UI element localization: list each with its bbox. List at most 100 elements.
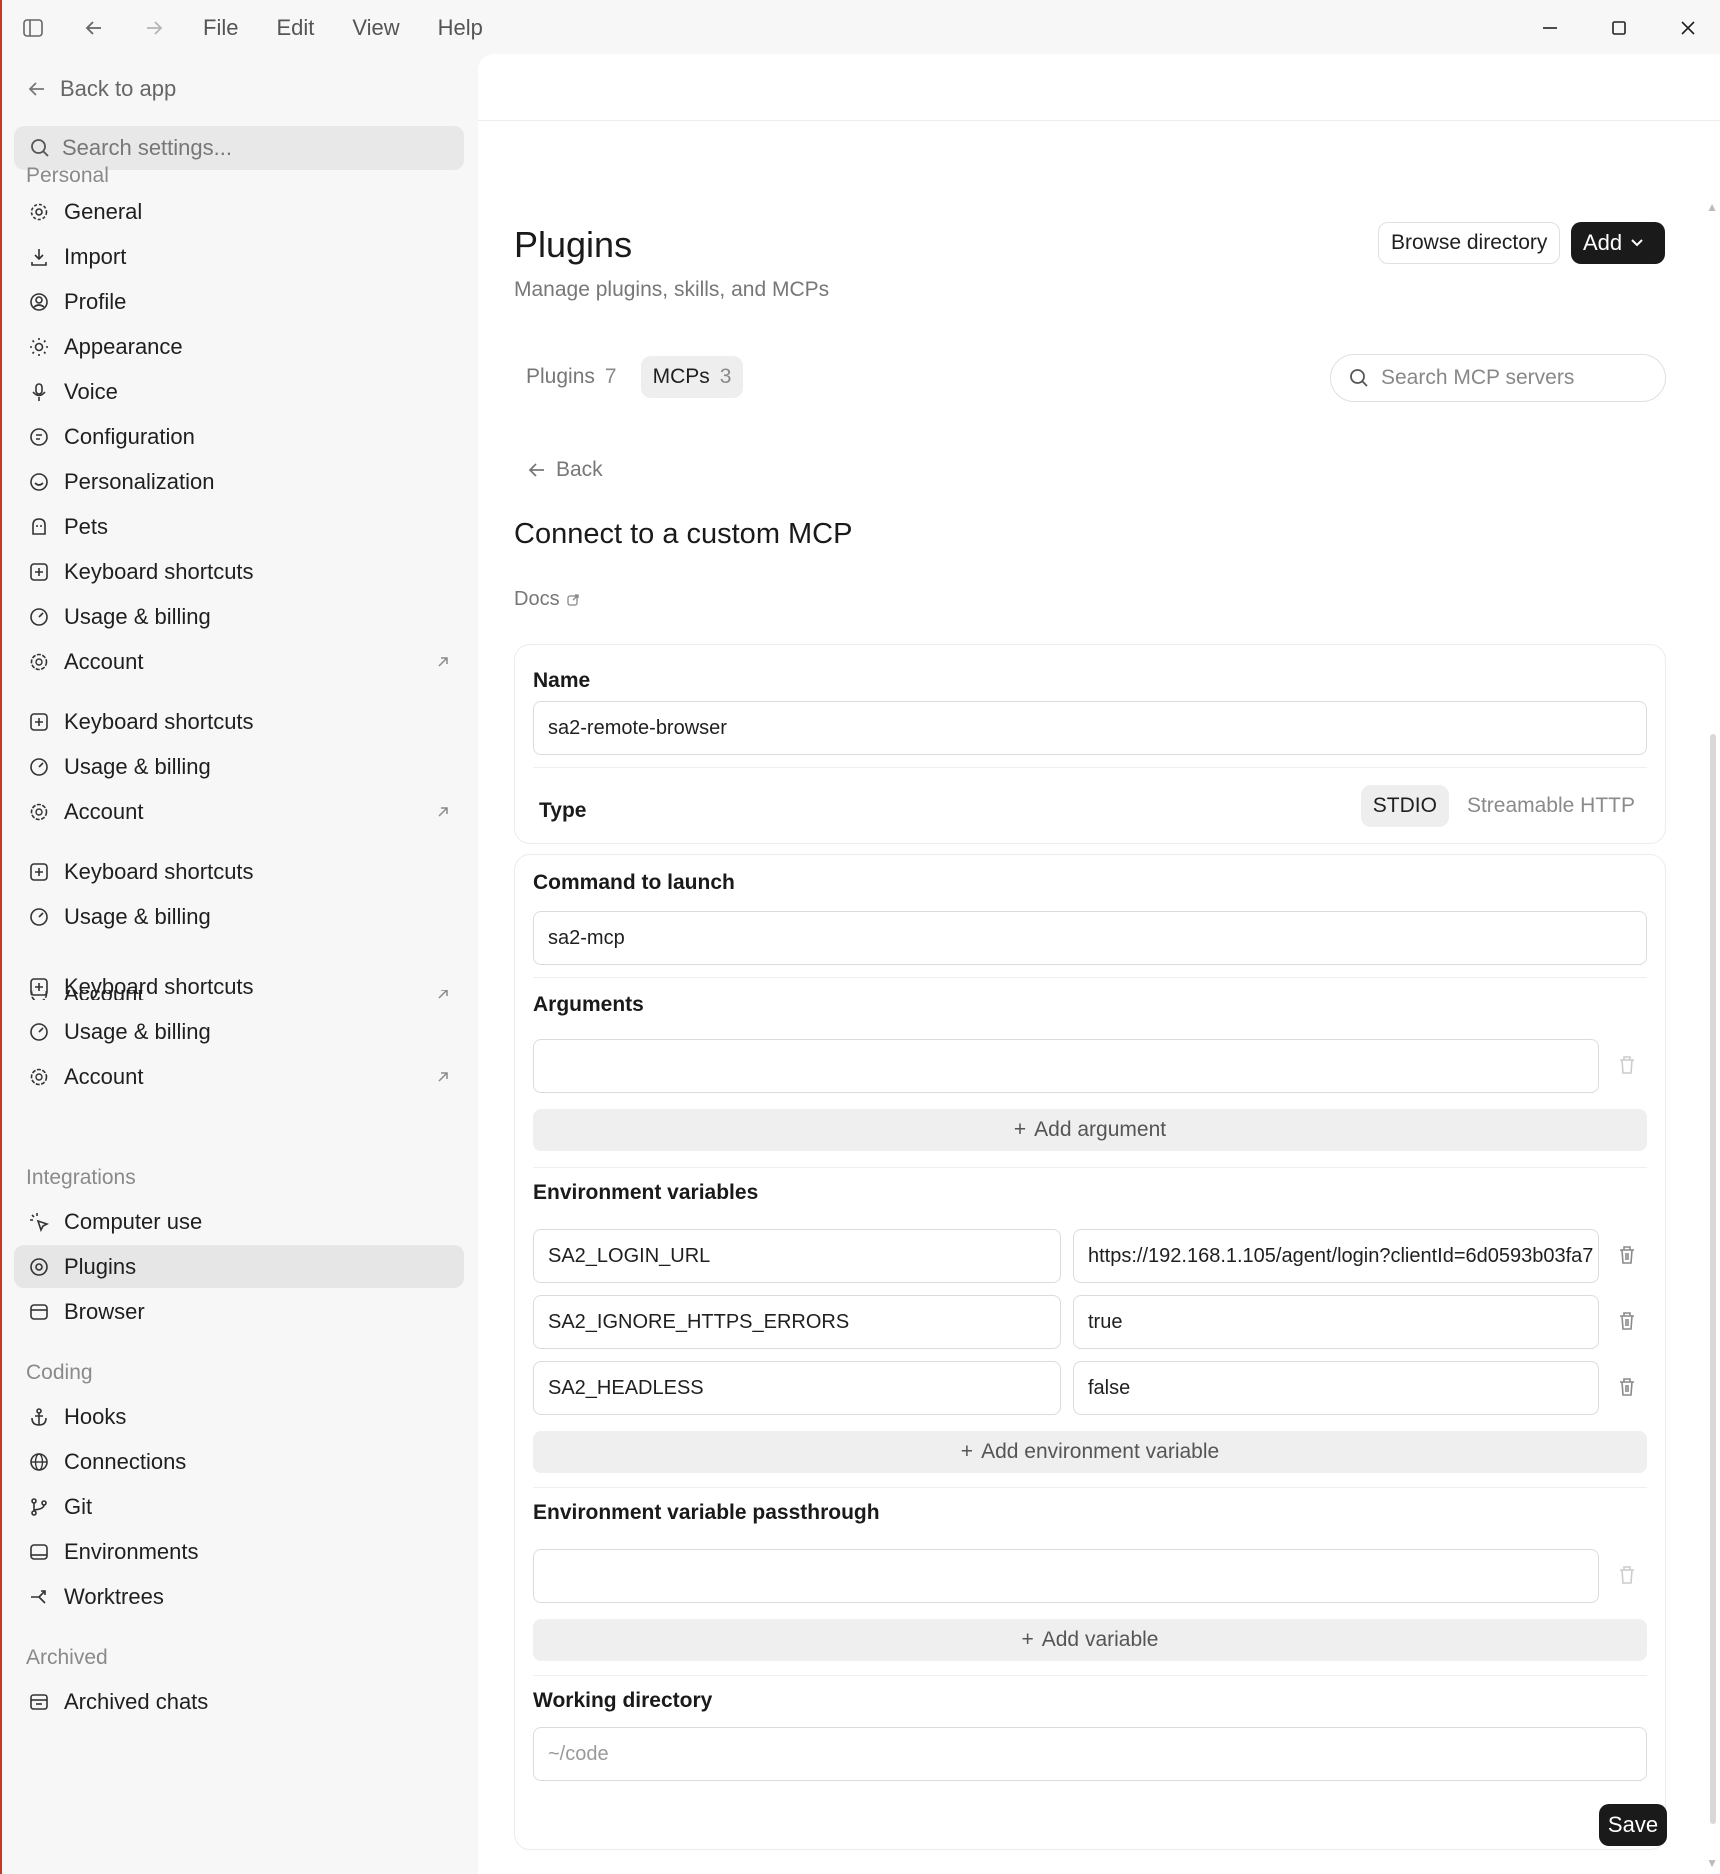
arrow-left-icon bbox=[528, 462, 546, 478]
back-link[interactable]: Back bbox=[528, 458, 603, 482]
menu-file[interactable]: File bbox=[184, 0, 257, 56]
sidebar-item-configuration[interactable]: Configuration bbox=[14, 415, 464, 458]
passthrough-input[interactable] bbox=[533, 1549, 1599, 1603]
save-button[interactable]: Save bbox=[1599, 1804, 1667, 1846]
sidebar-item-label: Pets bbox=[64, 513, 109, 539]
form-title: Connect to a custom MCP bbox=[514, 518, 853, 550]
sidebar-item-label: Keyboard shortcuts bbox=[64, 858, 254, 884]
sidebar-item-usage-billing[interactable]: Usage & billing bbox=[14, 595, 464, 638]
gear-icon bbox=[28, 201, 50, 223]
trash-icon[interactable] bbox=[1615, 1563, 1639, 1587]
trash-icon[interactable] bbox=[1615, 1375, 1639, 1399]
add-env-variable-button[interactable]: + Add environment variable bbox=[533, 1431, 1647, 1473]
sidebar-item-profile[interactable]: Profile bbox=[14, 280, 464, 323]
sidebar-item-import[interactable]: Import bbox=[14, 235, 464, 278]
external-link-icon bbox=[436, 655, 450, 669]
sidebar-item-worktrees[interactable]: Worktrees bbox=[14, 1575, 464, 1618]
title-bar: File Edit View Help bbox=[2, 0, 1720, 56]
sidebar-item-label: Browser bbox=[64, 1298, 145, 1324]
sidebar-item-label: Keyboard shortcuts bbox=[64, 973, 254, 999]
docs-link[interactable]: Docs bbox=[514, 588, 580, 611]
tab-bar: Plugins 7 MCPs 3 bbox=[514, 356, 744, 398]
working-directory-input[interactable]: ~/code bbox=[533, 1727, 1647, 1781]
argument-input[interactable] bbox=[533, 1039, 1599, 1093]
sidebar-item-computer-use[interactable]: Computer use bbox=[14, 1200, 464, 1243]
sidebar-item-usage-billing[interactable]: Usage & billing bbox=[14, 1010, 464, 1053]
sidebar-item-environments[interactable]: Environments bbox=[14, 1530, 464, 1573]
add-argument-button[interactable]: + Add argument bbox=[533, 1109, 1647, 1151]
nav-back-icon[interactable] bbox=[64, 0, 124, 56]
type-option-streamable-http[interactable]: Streamable HTTP bbox=[1455, 785, 1647, 827]
sidebar-item-label: Keyboard shortcuts bbox=[64, 558, 254, 584]
tab-plugins[interactable]: Plugins 7 bbox=[514, 356, 629, 398]
env-value-input[interactable]: false bbox=[1073, 1361, 1599, 1415]
sidebar-item-archived-chats[interactable]: Archived chats bbox=[14, 1680, 464, 1723]
command-input[interactable]: sa2-mcp bbox=[533, 911, 1647, 965]
back-label: Back bbox=[556, 458, 603, 481]
download-icon bbox=[28, 246, 50, 268]
sidebar-item-account[interactable]: Account bbox=[14, 640, 464, 683]
sidebar-item-appearance[interactable]: Appearance bbox=[14, 325, 464, 368]
command-label: Command to launch bbox=[533, 871, 735, 894]
env-key-input[interactable]: SA2_HEADLESS bbox=[533, 1361, 1061, 1415]
gauge-icon bbox=[28, 1021, 50, 1043]
scroll-down-icon[interactable]: ▼ bbox=[1706, 1856, 1718, 1870]
trash-icon[interactable] bbox=[1615, 1309, 1639, 1333]
add-button[interactable]: Add bbox=[1571, 222, 1665, 264]
add-env-variable-label: Add environment variable bbox=[981, 1440, 1220, 1463]
add-variable-button[interactable]: + Add variable bbox=[533, 1619, 1647, 1661]
env-key-input[interactable]: SA2_LOGIN_URL bbox=[533, 1229, 1061, 1283]
scrollbar-thumb[interactable] bbox=[1710, 734, 1716, 1824]
close-icon[interactable] bbox=[1653, 0, 1720, 56]
sidebar-item-usage-billing[interactable]: Usage & billing bbox=[14, 895, 464, 938]
sidebar-item-connections[interactable]: Connections bbox=[14, 1440, 464, 1483]
docs-label: Docs bbox=[514, 588, 560, 610]
tab-mcps[interactable]: MCPs 3 bbox=[640, 356, 744, 398]
arguments-label: Arguments bbox=[533, 993, 644, 1016]
browse-directory-button[interactable]: Browse directory bbox=[1378, 222, 1561, 264]
top-divider bbox=[478, 120, 1720, 121]
section-coding: Coding bbox=[26, 1361, 93, 1384]
sidebar-item-label: Connections bbox=[64, 1448, 187, 1474]
sidebar-item-keyboard-shortcuts[interactable]: Keyboard shortcuts bbox=[14, 550, 464, 593]
nav-forward-icon[interactable] bbox=[124, 0, 184, 56]
minimize-icon[interactable] bbox=[1515, 0, 1584, 56]
maximize-icon[interactable] bbox=[1584, 0, 1653, 56]
menu-help[interactable]: Help bbox=[419, 0, 502, 56]
type-option-stdio[interactable]: STDIO bbox=[1360, 785, 1449, 827]
name-input[interactable]: sa2-remote-browser bbox=[533, 701, 1647, 755]
sidebar-item-voice[interactable]: Voice bbox=[14, 370, 464, 413]
sidebar-item-label: General bbox=[64, 198, 143, 224]
search-icon bbox=[1349, 368, 1369, 388]
keyboard-icon bbox=[28, 861, 50, 883]
sidebar-item-personalization[interactable]: Personalization bbox=[14, 460, 464, 503]
sidebar-item-label: Usage & billing bbox=[64, 1018, 211, 1044]
back-to-app-link[interactable]: Back to app bbox=[28, 76, 176, 102]
sidebar-toggle-icon[interactable] bbox=[2, 0, 64, 56]
sidebar-item-keyboard-shortcuts[interactable]: Keyboard shortcuts bbox=[14, 700, 464, 743]
env-value-input[interactable]: true bbox=[1073, 1295, 1599, 1349]
menu-edit[interactable]: Edit bbox=[257, 0, 333, 56]
divider bbox=[533, 1675, 1647, 1676]
trash-icon[interactable] bbox=[1615, 1053, 1639, 1077]
sidebar-item-pets[interactable]: Pets bbox=[14, 505, 464, 548]
sidebar-item-general[interactable]: General bbox=[14, 190, 464, 233]
sidebar-item-git[interactable]: Git bbox=[14, 1485, 464, 1528]
sidebar-item-hooks[interactable]: Hooks bbox=[14, 1395, 464, 1438]
env-key-input[interactable]: SA2_IGNORE_HTTPS_ERRORS bbox=[533, 1295, 1061, 1349]
search-mcp-input[interactable]: Search MCP servers bbox=[1330, 354, 1666, 402]
trash-icon[interactable] bbox=[1615, 1243, 1639, 1267]
sidebar-item-browser[interactable]: Browser bbox=[14, 1290, 464, 1333]
sidebar-item-keyboard-shortcuts[interactable]: Keyboard shortcuts bbox=[14, 850, 464, 893]
sidebar-item-keyboard-shortcuts[interactable]: Keyboard shortcuts bbox=[14, 965, 464, 1008]
sidebar-item-label: Appearance bbox=[64, 333, 183, 359]
sidebar-item-plugins[interactable]: Plugins bbox=[14, 1245, 464, 1288]
env-value-input[interactable]: https://192.168.1.105/agent/login?client… bbox=[1073, 1229, 1599, 1283]
sidebar-item-account[interactable]: Account bbox=[14, 1055, 464, 1098]
external-link-icon bbox=[436, 805, 450, 819]
menu-view[interactable]: View bbox=[333, 0, 418, 56]
scroll-up-icon[interactable]: ▲ bbox=[1706, 200, 1718, 214]
sidebar-item-usage-billing[interactable]: Usage & billing bbox=[14, 745, 464, 788]
sidebar-item-account[interactable]: Account bbox=[14, 790, 464, 833]
divider bbox=[533, 1167, 1647, 1168]
